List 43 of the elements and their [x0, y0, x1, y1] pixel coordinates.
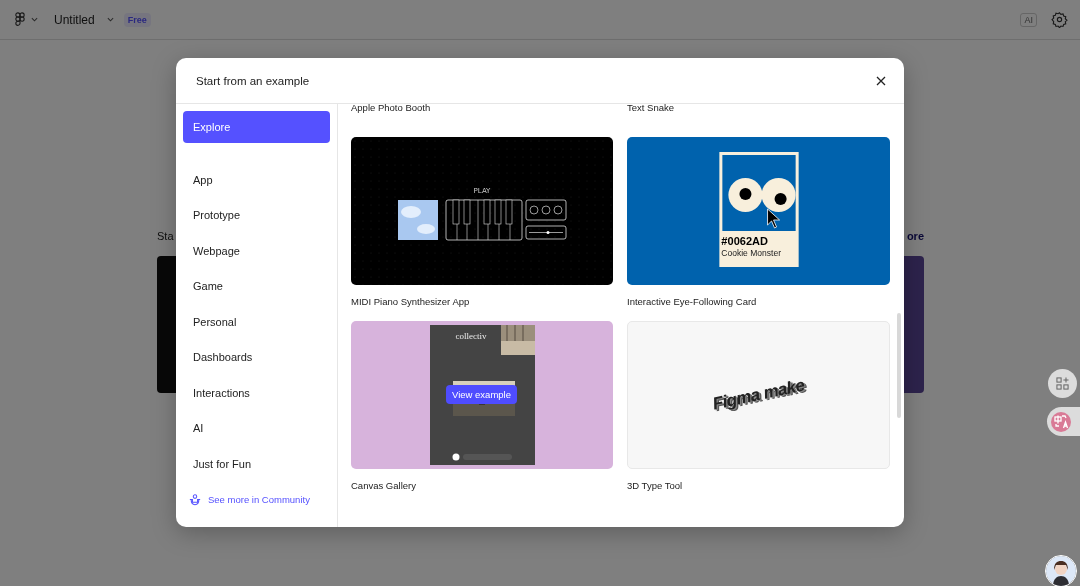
category-item[interactable]: Game: [183, 270, 330, 302]
section-heading: Sta: [157, 230, 174, 242]
category-item[interactable]: Interactions: [183, 376, 330, 409]
category-item[interactable]: AI: [183, 412, 330, 444]
community-link[interactable]: See more in Community: [208, 494, 310, 505]
color-name: Cookie Monster: [721, 248, 781, 258]
brand-label: collectiv: [455, 331, 487, 341]
view-example-button[interactable]: View example: [446, 385, 517, 404]
category-item[interactable]: Dashboards: [183, 341, 330, 373]
scrollbar[interactable]: [897, 313, 901, 418]
color-code: #0062AD: [721, 235, 768, 247]
see-more-link[interactable]: ore: [906, 230, 924, 242]
example-preview[interactable]: #0062AD Cookie Monster: [627, 137, 890, 285]
community-icon[interactable]: [189, 493, 201, 506]
apps-icon: [1056, 377, 1069, 390]
translate-icon: [1051, 411, 1071, 432]
category-item[interactable]: Webpage: [183, 234, 330, 267]
apps-button[interactable]: [1048, 369, 1077, 398]
avatar[interactable]: [1045, 555, 1077, 586]
example-title[interactable]: Text Snake: [627, 104, 890, 113]
logo-icon[interactable]: [15, 12, 25, 27]
example-title[interactable]: Canvas Gallery: [351, 480, 613, 492]
close-icon[interactable]: [876, 75, 886, 86]
category-item[interactable]: Prototype: [183, 199, 330, 231]
avatar-dot: [452, 453, 460, 461]
example-title[interactable]: MIDI Piano Synthesizer App: [351, 296, 613, 308]
example-preview[interactable]: collectiv View example: [351, 321, 613, 469]
settings-icon[interactable]: [1051, 11, 1068, 28]
3d-text: Figma make: [710, 375, 807, 415]
caret-icon[interactable]: [31, 17, 38, 22]
example-title[interactable]: Interactive Eye-Following Card: [627, 296, 890, 308]
translate-button[interactable]: [1047, 407, 1080, 436]
example-preview[interactable]: Figma make: [627, 321, 890, 469]
category-item[interactable]: Personal: [183, 305, 330, 338]
category-item[interactable]: Explore: [183, 111, 330, 143]
category-item[interactable]: App: [183, 163, 330, 196]
dialog-title: Start from an example: [196, 74, 310, 87]
plan-badge: Free: [123, 12, 151, 27]
caret-icon[interactable]: [106, 17, 114, 22]
category-item[interactable]: Just for Fun: [183, 447, 330, 480]
example-title[interactable]: Apple Photo Booth: [351, 104, 613, 113]
example-title[interactable]: 3D Type Tool: [627, 480, 890, 492]
file-name[interactable]: Untitled: [54, 12, 95, 27]
